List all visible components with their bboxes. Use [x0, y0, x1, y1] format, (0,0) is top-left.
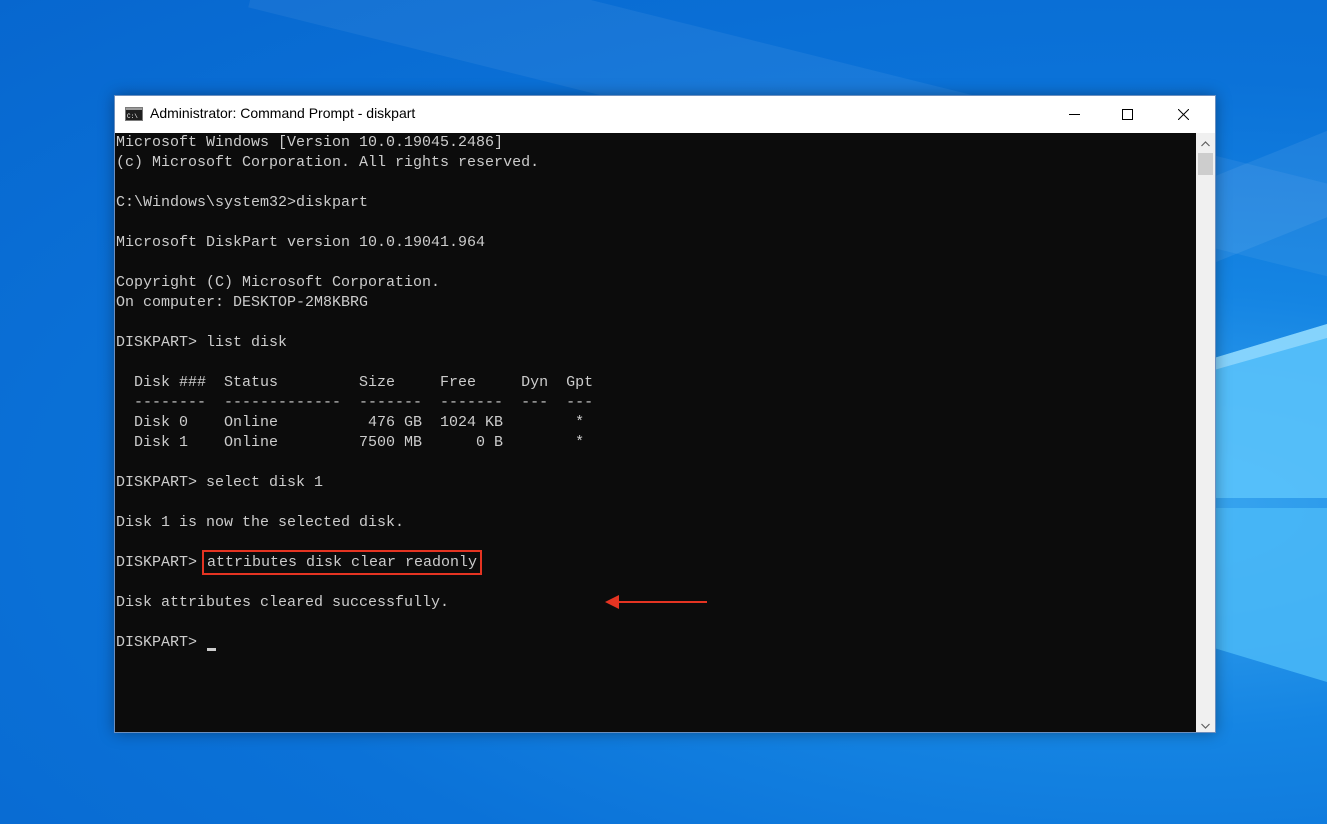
console-line: DISKPART> list disk	[116, 334, 288, 351]
maximize-button[interactable]	[1104, 96, 1150, 133]
vertical-scrollbar[interactable]	[1196, 133, 1215, 732]
console-line: Microsoft Windows [Version 10.0.19045.24…	[116, 134, 504, 151]
window-title: Administrator: Command Prompt - diskpart	[150, 105, 416, 121]
disk-table-separator: -------- ------------- ------- ------- -…	[116, 394, 594, 411]
minimize-icon	[1068, 109, 1080, 120]
text-cursor	[207, 648, 217, 651]
console-line: DISKPART> select disk 1	[116, 474, 324, 491]
annotation-arrow-icon	[593, 592, 823, 612]
console-line: Disk attributes cleared successfully.	[116, 594, 450, 611]
console-line: On computer: DESKTOP-2M8KBRG	[116, 294, 369, 311]
svg-text:C:\: C:\	[127, 113, 138, 120]
prompt: DISKPART>	[116, 554, 207, 571]
console-text: Microsoft Windows [Version 10.0.19045.24…	[116, 133, 593, 653]
scrollbar-thumb[interactable]	[1198, 153, 1213, 175]
highlighted-command: attributes disk clear readonly	[202, 550, 483, 575]
console-line: Microsoft DiskPart version 10.0.19041.96…	[116, 234, 486, 251]
console-output[interactable]: Microsoft Windows [Version 10.0.19045.24…	[115, 133, 1196, 732]
maximize-icon	[1121, 109, 1133, 120]
disk-table-row: Disk 1 Online 7500 MB 0 B *	[116, 434, 585, 451]
chevron-down-icon	[1201, 714, 1210, 733]
close-icon	[1177, 109, 1189, 120]
scroll-up-button[interactable]	[1196, 133, 1215, 150]
console-line: C:\Windows\system32>diskpart	[116, 194, 369, 211]
active-prompt-line[interactable]: DISKPART>	[116, 633, 593, 653]
console-line: Disk 1 is now the selected disk.	[116, 514, 405, 531]
prompt: DISKPART>	[116, 634, 207, 651]
windows-logo-wallpaper	[1214, 318, 1327, 688]
disk-table-row: Disk 0 Online 476 GB 1024 KB *	[116, 414, 585, 431]
highlighted-command-line: DISKPART> attributes disk clear readonly	[116, 550, 593, 575]
scroll-down-button[interactable]	[1196, 715, 1215, 732]
disk-table-header: Disk ### Status Size Free Dyn Gpt	[116, 374, 594, 391]
console-line: Copyright (C) Microsoft Corporation.	[116, 274, 441, 291]
chevron-up-icon	[1201, 132, 1210, 151]
command-prompt-window[interactable]: C:\ Administrator: Command Prompt - disk…	[114, 95, 1216, 733]
close-button[interactable]	[1160, 96, 1206, 133]
title-bar[interactable]: C:\ Administrator: Command Prompt - disk…	[115, 96, 1215, 133]
minimize-button[interactable]	[1051, 96, 1097, 133]
cmd-icon[interactable]: C:\	[125, 107, 143, 121]
console-line: (c) Microsoft Corporation. All rights re…	[116, 154, 540, 171]
